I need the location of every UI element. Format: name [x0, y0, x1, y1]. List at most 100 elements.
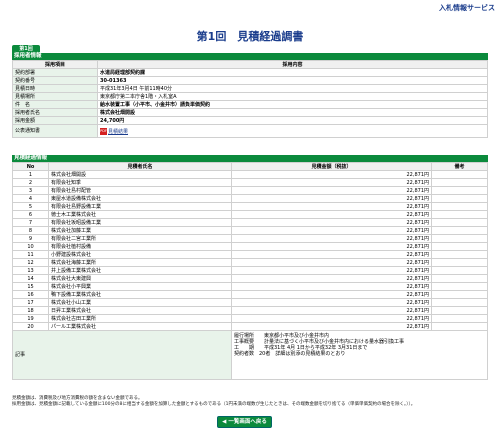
- row-note: [431, 170, 488, 179]
- row-name: 有限会社坂昭設備工業: [48, 218, 232, 227]
- row-no: 13: [12, 266, 49, 275]
- row-value: 東京都庁第二本庁舎1階・入札室A: [97, 92, 488, 101]
- row-note: [431, 226, 488, 235]
- back-to-list-button[interactable]: ◀ 一覧画面へ戻る: [217, 416, 272, 428]
- row-note: [431, 322, 488, 331]
- row-label: 公表通知書: [12, 124, 98, 138]
- row-note: [431, 242, 488, 251]
- row-no: 11: [12, 250, 49, 259]
- row-value: 水道局経理部契約課: [97, 68, 488, 77]
- row-note: [431, 186, 488, 195]
- row-no: 9: [12, 234, 49, 243]
- col-header-no: No: [12, 162, 49, 171]
- row-amount: 22,871円: [231, 290, 432, 299]
- row-note: [431, 258, 488, 267]
- row-note: [431, 282, 488, 291]
- saiyou-table: 採用項目 採用内容 契約部署 水道局経理部契約課 契約番号 30-01363 見…: [12, 60, 488, 138]
- table-row: 9 有限会社二宮工業所 22,871円: [12, 234, 488, 243]
- table-row: 13 井上設備工業株式会社 22,871円: [12, 266, 488, 275]
- table-row: 件 名 給水装置工事（小平市、小金井市）請負単価契約: [12, 100, 488, 109]
- row-label: 契約部署: [12, 68, 98, 77]
- table-row: 1 株式会社畑開設 22,871円: [12, 170, 488, 179]
- row-name: 株式会社畑開設: [48, 170, 232, 179]
- remarks-line: 契約者数 20者 詳細は別添の見積結果のとおり: [234, 351, 346, 357]
- row-note: [431, 298, 488, 307]
- tab-round-1[interactable]: 第1回: [12, 45, 40, 53]
- row-amount: 22,871円: [231, 226, 432, 235]
- row-no: 18: [12, 306, 49, 315]
- row-no: 5: [12, 202, 49, 211]
- row-name: 株式会社古田工業所: [48, 314, 232, 323]
- row-no: 4: [12, 194, 49, 203]
- row-no: 17: [12, 298, 49, 307]
- row-label: 採用者氏名: [12, 108, 98, 117]
- col-header-content: 採用内容: [97, 60, 488, 69]
- footer-notes: 見積金額は、消費税及び地方消費税の額を含まない金額である。 採用金額は、見積金額…: [12, 396, 488, 408]
- row-amount: 22,871円: [231, 282, 432, 291]
- row-no: 10: [12, 242, 49, 251]
- row-name: 株式会社大東建興: [48, 274, 232, 283]
- table-row: 4 東屋水道設備株式会社 22,871円: [12, 194, 488, 203]
- table-row: 17 株式会社小山工業 22,871円: [12, 298, 488, 307]
- table-row: 契約部署 水道局経理部契約課: [12, 68, 488, 77]
- keika-section-title: 見積経過情報: [12, 155, 488, 162]
- row-amount: 22,871円: [231, 274, 432, 283]
- row-name: 有限会社二宮工業所: [48, 234, 232, 243]
- col-header-note: 備考: [431, 162, 488, 171]
- row-name: 有限会社島村配管: [48, 186, 232, 195]
- row-note: [431, 314, 488, 323]
- row-amount: 22,871円: [231, 234, 432, 243]
- row-note: [431, 202, 488, 211]
- col-header-name: 見積者氏名: [48, 162, 232, 171]
- row-amount: 22,871円: [231, 178, 432, 187]
- table-row: 11 小野建設株式会社 22,871円: [12, 250, 488, 259]
- remarks-content: 履行場所 東京都小平市及び小金井市内 工事概要 計量法に基づく小平市及び小金井市…: [231, 330, 488, 380]
- row-note: [431, 218, 488, 227]
- row-amount: 22,871円: [231, 194, 432, 203]
- row-name: 鴨下設備工業株式会社: [48, 290, 232, 299]
- row-no: 7: [12, 218, 49, 227]
- row-name: 小野建設株式会社: [48, 250, 232, 259]
- keika-section: 見積経過情報 No 見積者氏名 見積金額（税抜） 備考 1 株式会社畑開設 22,8…: [12, 155, 488, 380]
- keika-table: No 見積者氏名 見積金額（税抜） 備考 1 株式会社畑開設 22,871円 2 有限会…: [12, 162, 488, 380]
- row-name: 日昇工業株式会社: [48, 306, 232, 315]
- row-name: パール工業株式会社: [48, 322, 232, 331]
- row-name: 株式会社小平興業: [48, 282, 232, 291]
- row-note: [431, 250, 488, 259]
- row-no: 19: [12, 314, 49, 323]
- row-amount: 22,871円: [231, 258, 432, 267]
- table-row: 3 有限会社島村配管 22,871円: [12, 186, 488, 195]
- notice-link[interactable]: 見積結果: [108, 129, 128, 135]
- table-row: 18 日昇工業株式会社 22,871円: [12, 306, 488, 315]
- row-no: 14: [12, 274, 49, 283]
- remarks-row: 記事 履行場所 東京都小平市及び小金井市内 工事概要 計量法に基づく小平市及び小…: [12, 330, 488, 380]
- saiyou-section-title: 採用者情報: [12, 53, 488, 60]
- row-no: 8: [12, 226, 49, 235]
- table-row: 2 有限会社知季 22,871円: [12, 178, 488, 187]
- row-amount: 22,871円: [231, 314, 432, 323]
- row-label: 見積場所: [12, 92, 98, 101]
- table-row: 12 株式会社海藤工業所 22,871円: [12, 258, 488, 267]
- table-row: 7 有限会社坂昭設備工業 22,871円: [12, 218, 488, 227]
- table-row: 見積場所 東京都庁第二本庁舎1階・入札室A: [12, 92, 488, 101]
- row-value: 給水装置工事（小平市、小金井市）請負単価契約: [97, 100, 488, 109]
- row-value: 平成31年3月4日 午前11時40分: [97, 84, 488, 93]
- table-row: 16 鴨下設備工業株式会社 22,871円: [12, 290, 488, 299]
- row-no: 3: [12, 186, 49, 195]
- saiyou-section: 採用者情報 採用項目 採用内容 契約部署 水道局経理部契約課 契約番号 30-0…: [12, 53, 488, 138]
- row-name: 東屋水道設備株式会社: [48, 194, 232, 203]
- col-header-amount: 見積金額（税抜）: [231, 162, 432, 171]
- row-label: 件 名: [12, 100, 98, 109]
- table-row: 19 株式会社古田工業所 22,871円: [12, 314, 488, 323]
- row-note: [431, 178, 488, 187]
- pdf-icon: PDF: [100, 127, 107, 135]
- row-amount: 22,871円: [231, 322, 432, 331]
- row-amount: 22,871円: [231, 170, 432, 179]
- row-amount: 22,871円: [231, 202, 432, 211]
- row-name: 有限会社植村設備: [48, 242, 232, 251]
- row-amount: 22,871円: [231, 250, 432, 259]
- row-label: 契約番号: [12, 76, 98, 85]
- footer-note: 採用金額は、見積金額に記載している金額に100分の8に相当する金額を加算した金額…: [12, 402, 416, 407]
- row-name: 井上設備工業株式会社: [48, 266, 232, 275]
- top-bar: 入札情報サービス: [0, 0, 500, 12]
